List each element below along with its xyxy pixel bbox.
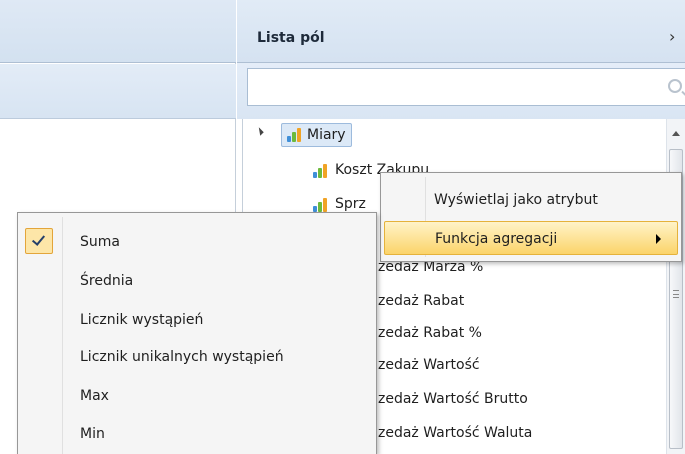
menu-item-show-as-attribute[interactable]: Wyświetlaj jako atrybut — [384, 183, 678, 217]
menu-item-label: Suma — [80, 234, 120, 250]
scroll-up-arrow-icon[interactable] — [672, 131, 680, 136]
measures-icon — [287, 128, 303, 142]
left-panel-toolbar — [0, 64, 236, 119]
tree-item-label: Sprz — [335, 196, 366, 212]
vertical-scrollbar[interactable] — [666, 119, 685, 454]
tree-root-row[interactable]: Miary — [243, 119, 663, 147]
menu-item-label: Funkcja agregacji — [435, 231, 558, 247]
collapse-panel-icon[interactable]: › — [669, 27, 675, 46]
measure-icon — [313, 198, 329, 212]
menu-item-distinct-count[interactable]: Licznik unikalnych wystąpień — [21, 340, 373, 374]
search-icon[interactable] — [668, 79, 682, 93]
left-panel-header — [0, 0, 236, 63]
tree-item[interactable]: zedaż Rabat — [378, 287, 464, 315]
tree-item[interactable]: zedaż Rabat % — [378, 319, 482, 347]
field-search-input[interactable] — [247, 68, 685, 106]
context-menu: Wyświetlaj jako atrybut Funkcja agregacj… — [380, 172, 682, 262]
menu-item-label: Min — [80, 426, 105, 442]
checked-indicator — [25, 228, 53, 254]
tree-node-miary[interactable]: Miary — [281, 123, 352, 147]
menu-item-min[interactable]: Min — [21, 417, 373, 451]
menu-item-max[interactable]: Max — [21, 379, 373, 413]
menu-item-label: Max — [80, 388, 109, 404]
menu-item-label: Wyświetlaj jako atrybut — [434, 192, 598, 208]
menu-item-label: Licznik unikalnych wystąpień — [80, 349, 284, 365]
field-list-header: Lista pól › — [237, 0, 685, 63]
measure-icon — [313, 164, 329, 178]
tree-item[interactable]: zedaż Wartość — [378, 351, 480, 379]
aggregation-submenu: Suma Średnia Licznik wystąpień Licznik u… — [17, 212, 377, 454]
tree-item[interactable]: zedaż Wartość Brutto — [378, 385, 528, 413]
menu-item-count[interactable]: Licznik wystąpień — [21, 303, 373, 337]
tree-node-label: Miary — [307, 127, 346, 143]
checkmark-icon — [31, 232, 46, 246]
grip-icon — [673, 290, 679, 298]
tree-item[interactable]: zedaż Wartość Waluta — [378, 419, 532, 447]
menu-item-label: Średnia — [80, 273, 134, 289]
menu-item-aggregation-function[interactable]: Funkcja agregacji — [384, 221, 678, 255]
menu-item-sum[interactable]: Suma — [21, 225, 373, 259]
menu-item-average[interactable]: Średnia — [21, 264, 373, 298]
menu-item-label: Licznik wystąpień — [80, 312, 204, 328]
field-list-title: Lista pól — [257, 30, 325, 46]
submenu-arrow-icon — [656, 234, 661, 244]
expanded-triangle-icon[interactable] — [255, 127, 264, 136]
